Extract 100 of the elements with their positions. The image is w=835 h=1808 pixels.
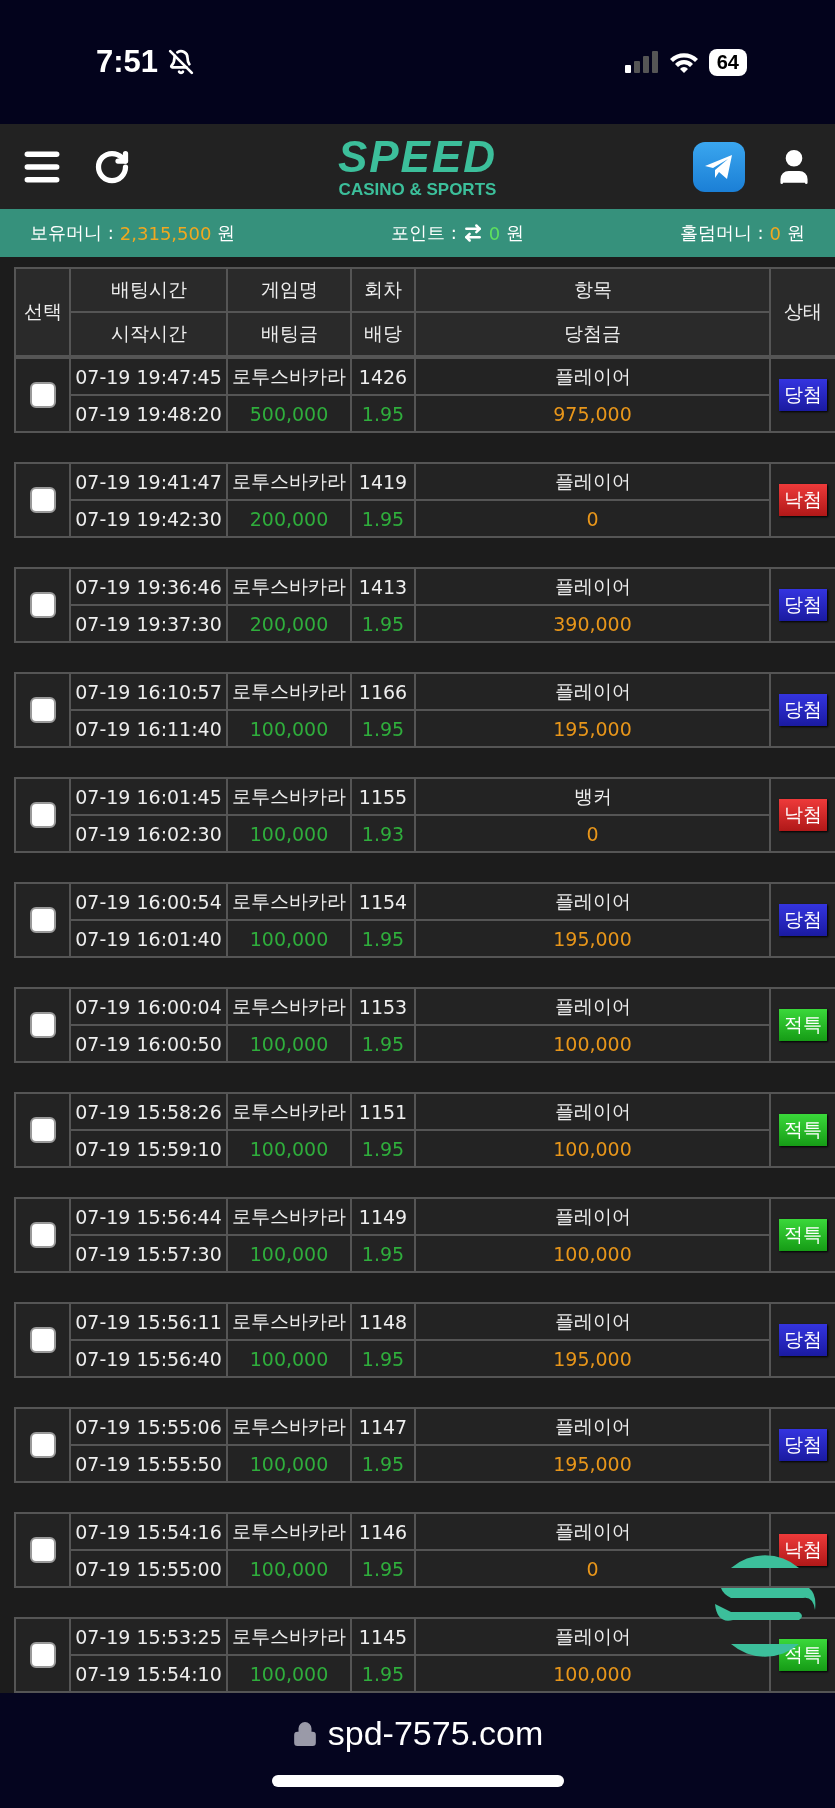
column-header: 회차 bbox=[352, 269, 414, 312]
row-checkbox[interactable] bbox=[29, 1117, 56, 1144]
table-cell: 플레이어 bbox=[416, 1409, 769, 1445]
table-cell: 100,000 bbox=[228, 816, 350, 852]
row-checkbox[interactable] bbox=[29, 487, 56, 514]
balance-label: 보유머니 : bbox=[30, 221, 114, 246]
status-badge: 낙첨 bbox=[779, 484, 827, 517]
bell-off-icon bbox=[168, 49, 195, 76]
table-cell: 1145 bbox=[352, 1619, 414, 1655]
table-cell: 195,000 bbox=[416, 1341, 769, 1377]
table-cell: 로투스바카라 bbox=[228, 1304, 350, 1340]
table-cell: 플레이어 bbox=[416, 884, 769, 920]
row-checkbox[interactable] bbox=[29, 1432, 56, 1459]
table-cell: 195,000 bbox=[416, 921, 769, 957]
table-cell: 07-19 15:54:10 bbox=[71, 1656, 226, 1692]
status-time: 7:51 bbox=[96, 44, 159, 81]
table-cell: 1.95 bbox=[352, 1341, 414, 1377]
table-cell: 1155 bbox=[352, 779, 414, 815]
table-cell: 로투스바카라 bbox=[228, 779, 350, 815]
table-cell: 390,000 bbox=[416, 606, 769, 642]
table-cell: 로투스바카라 bbox=[228, 674, 350, 710]
status-badge: 당첨 bbox=[779, 1324, 827, 1357]
column-header: 상태 bbox=[771, 269, 835, 356]
row-checkbox[interactable] bbox=[29, 697, 56, 724]
signal-icon bbox=[624, 51, 659, 74]
table-cell: 1.95 bbox=[352, 1236, 414, 1272]
table-cell: 1.95 bbox=[352, 1446, 414, 1482]
table-cell: 07-19 15:55:50 bbox=[71, 1446, 226, 1482]
table-cell: 07-19 16:01:40 bbox=[71, 921, 226, 957]
table-cell: 100,000 bbox=[416, 1131, 769, 1167]
table-cell: 로투스바카라 bbox=[228, 989, 350, 1025]
transfer-icon bbox=[462, 223, 483, 244]
table-cell: 로투스바카라 bbox=[228, 1409, 350, 1445]
table-cell: 07-19 15:57:30 bbox=[71, 1236, 226, 1272]
table-cell: 07-19 15:56:11 bbox=[71, 1304, 226, 1340]
table-cell: 07-19 16:11:40 bbox=[71, 711, 226, 747]
table-cell: 1153 bbox=[352, 989, 414, 1025]
column-header: 게임명 bbox=[228, 269, 350, 312]
table-cell: 로투스바카라 bbox=[228, 884, 350, 920]
table-cell: 500,000 bbox=[228, 396, 350, 432]
row-checkbox[interactable] bbox=[29, 1222, 56, 1249]
row-checkbox[interactable] bbox=[29, 592, 56, 619]
table-cell: 플레이어 bbox=[416, 359, 769, 395]
row-checkbox[interactable] bbox=[29, 802, 56, 829]
column-header: 선택 bbox=[16, 269, 69, 356]
table-cell: 07-19 16:00:50 bbox=[71, 1026, 226, 1062]
status-badge: 당첨 bbox=[779, 1429, 827, 1462]
table-cell: 로투스바카라 bbox=[228, 359, 350, 395]
balance-label: 포인트 : bbox=[390, 221, 457, 246]
status-badge: 적특 bbox=[779, 1219, 827, 1252]
row-checkbox[interactable] bbox=[29, 1642, 56, 1669]
table-cell: 07-19 15:55:06 bbox=[71, 1409, 226, 1445]
table-cell: 100,000 bbox=[228, 1446, 350, 1482]
table-cell: 100,000 bbox=[228, 1026, 350, 1062]
table-cell: 1151 bbox=[352, 1094, 414, 1130]
logo-text: SPEED bbox=[337, 135, 498, 180]
column-header: 배팅시간 bbox=[71, 269, 226, 312]
table-cell: 1426 bbox=[352, 359, 414, 395]
table-cell: 200,000 bbox=[228, 606, 350, 642]
table-cell: 플레이어 bbox=[416, 464, 769, 500]
column-header: 시작시간 bbox=[71, 313, 226, 356]
table-cell: 플레이어 bbox=[416, 1514, 769, 1550]
table-cell: 1.95 bbox=[352, 1026, 414, 1062]
table-cell: 07-19 19:47:45 bbox=[71, 359, 226, 395]
table-cell: 07-19 15:54:16 bbox=[71, 1514, 226, 1550]
table-cell: 플레이어 bbox=[416, 569, 769, 605]
currency-unit: 원 bbox=[217, 221, 236, 246]
refresh-button[interactable] bbox=[94, 148, 130, 185]
table-cell: 1.95 bbox=[352, 501, 414, 537]
table-cell: 플레이어 bbox=[416, 1199, 769, 1235]
status-badge: 당첨 bbox=[779, 904, 827, 937]
table-cell: 100,000 bbox=[416, 1656, 769, 1692]
table-cell: 플레이어 bbox=[416, 674, 769, 710]
table-cell: 1148 bbox=[352, 1304, 414, 1340]
table-cell: 1.95 bbox=[352, 396, 414, 432]
column-header: 배팅금 bbox=[228, 313, 350, 356]
status-badge: 적특 bbox=[779, 1114, 827, 1147]
paper-plane-button[interactable] bbox=[693, 141, 745, 192]
row-checkbox[interactable] bbox=[29, 1012, 56, 1039]
table-cell: 0 bbox=[416, 501, 769, 537]
table-cell: 뱅커 bbox=[416, 779, 769, 815]
table-cell: 1.93 bbox=[352, 816, 414, 852]
table-cell: 07-19 15:59:10 bbox=[71, 1131, 226, 1167]
table-cell: 로투스바카라 bbox=[228, 569, 350, 605]
row-checkbox[interactable] bbox=[29, 1537, 56, 1564]
column-header: 당첨금 bbox=[416, 313, 769, 356]
row-checkbox[interactable] bbox=[29, 382, 56, 409]
table-cell: 07-19 16:10:57 bbox=[71, 674, 226, 710]
row-checkbox[interactable] bbox=[29, 1327, 56, 1354]
table-cell: 로투스바카라 bbox=[228, 1514, 350, 1550]
status-badge: 적특 bbox=[779, 1009, 827, 1042]
currency-unit: 원 bbox=[506, 221, 525, 246]
status-badge: 낙첨 bbox=[779, 799, 827, 832]
row-checkbox[interactable] bbox=[29, 907, 56, 934]
table-cell: 1419 bbox=[352, 464, 414, 500]
table-cell: 100,000 bbox=[228, 1131, 350, 1167]
table-cell: 07-19 19:48:20 bbox=[71, 396, 226, 432]
table-cell: 100,000 bbox=[228, 921, 350, 957]
table-cell: 로투스바카라 bbox=[228, 1199, 350, 1235]
table-cell: 07-19 19:36:46 bbox=[71, 569, 226, 605]
